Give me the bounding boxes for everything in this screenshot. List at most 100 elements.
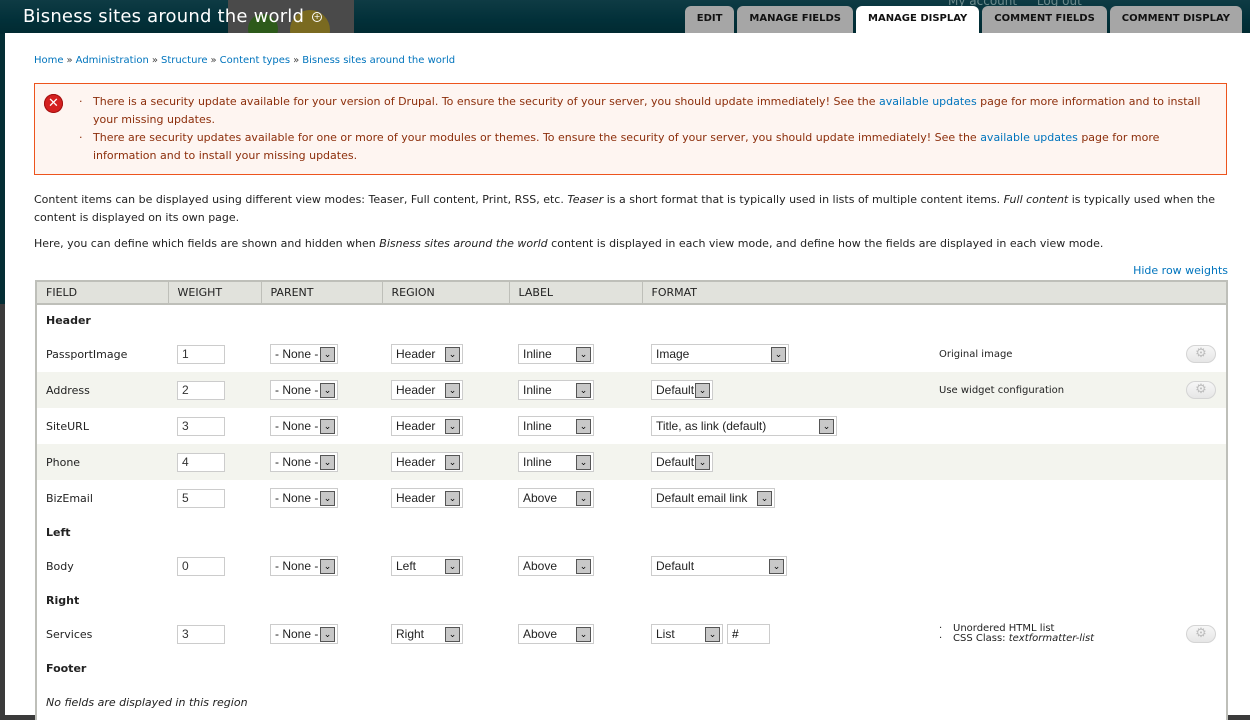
parent-select[interactable]: - None - ⌄ [270,452,338,472]
table-row[interactable]: Address - None -⌄ Header⌄ Inline⌄ Default⌄ Us… [37,372,1226,408]
format-setting-input[interactable] [727,624,770,644]
breadcrumb-structure[interactable]: Structure [161,55,208,66]
column-header-parent: Parent [261,282,383,305]
gear-icon[interactable]: ⚙ [1186,345,1216,363]
weight-input[interactable] [177,344,225,364]
available-updates-link[interactable]: available updates [879,95,977,108]
column-header-weight: Weight [168,282,262,305]
formatter-summary-cell [930,408,1176,444]
format-select[interactable]: Default email link ⌄ [651,488,775,508]
chevron-down-icon: ⌄ [705,626,720,642]
chevron-down-icon: ⌄ [771,346,786,362]
region-row-header: Header [37,304,1226,336]
chevron-down-icon: ⌄ [445,626,460,642]
formatter-summary: Original image [939,348,1013,360]
page-title: Bisness sites around the world + [23,6,323,27]
chevron-down-icon: ⌄ [576,418,591,434]
primary-tabs: Edit Manage fields Manage display Commen… [684,6,1242,33]
region-title: Right [46,593,80,607]
format-select[interactable]: Title, as link (default) ⌄ [651,416,837,436]
parent-select[interactable]: - None - ⌄ [270,380,338,400]
tab-manage-display[interactable]: Manage display [856,6,980,33]
chevron-down-icon: ⌄ [320,418,335,434]
chevron-down-icon: ⌄ [819,418,834,434]
weight-input[interactable] [177,556,225,576]
region-select[interactable]: Header ⌄ [391,488,463,508]
chevron-down-icon: ⌄ [320,346,335,362]
chevron-down-icon: ⌄ [576,454,591,470]
weight-input[interactable] [177,416,225,436]
formatter-summary-cell [930,480,1176,516]
chevron-down-icon: ⌄ [576,346,591,362]
column-header-label: Label [509,282,643,305]
parent-select[interactable]: - None - ⌄ [270,344,338,364]
field-name: Services [46,627,93,641]
label-select[interactable]: Inline ⌄ [518,452,594,472]
formatter-summary-cell: Use widget configuration [930,372,1176,408]
format-select[interactable]: Default ⌄ [651,556,787,576]
weight-input[interactable] [177,624,225,644]
add-shortcut-icon[interactable]: + [312,12,323,22]
region-select[interactable]: Left ⌄ [391,556,463,576]
table-row[interactable]: Body - None -⌄ Left⌄ Above⌄ Default⌄ [37,548,1226,584]
label-select[interactable]: Above ⌄ [518,556,594,576]
table-row[interactable]: BizEmail - None -⌄ Header⌄ Above⌄ Default em… [37,480,1226,516]
table-row[interactable]: Services - None -⌄ Right⌄ Above⌄ List⌄ Unorde… [37,616,1226,652]
format-select[interactable]: Default ⌄ [651,380,713,400]
chevron-down-icon: ⌄ [445,454,460,470]
region-select[interactable]: Right ⌄ [391,624,463,644]
formatter-summary-cell: Unordered HTML listCSS Class: textformat… [930,616,1176,652]
formatter-summary: Use widget configuration [939,384,1065,396]
help-paragraph: Content items can be displayed using dif… [34,193,1215,224]
label-select[interactable]: Above ⌄ [518,624,594,644]
label-select[interactable]: Inline ⌄ [518,380,594,400]
tab-manage-fields[interactable]: Manage fields [737,6,853,33]
field-name: SiteURL [46,419,89,433]
table-row[interactable]: PassportImage - None -⌄ Header⌄ Inline⌄ Imag… [37,336,1226,372]
parent-select[interactable]: - None - ⌄ [270,488,338,508]
label-select[interactable]: Inline ⌄ [518,416,594,436]
region-row-right: Right [37,584,1226,616]
parent-select[interactable]: - None - ⌄ [270,416,338,436]
format-select[interactable]: List ⌄ [651,624,723,644]
region-select[interactable]: Header ⌄ [391,452,463,472]
formatter-summary-cell: Original image [930,336,1176,372]
help-paragraph: Here, you can define which fields are sh… [34,237,1104,250]
breadcrumb-home[interactable]: Home [34,55,64,66]
breadcrumb-administration[interactable]: Administration [76,55,149,66]
hide-row-weights-link[interactable]: Hide row weights [1133,264,1228,277]
tab-edit[interactable]: Edit [684,6,735,33]
label-select[interactable]: Above ⌄ [518,488,594,508]
breadcrumb: Home» Administration» Structure» Content ty… [34,55,456,66]
parent-select[interactable]: - None - ⌄ [270,624,338,644]
formatter-summary-item: CSS Class: textformatter-list [939,634,1167,645]
weight-input[interactable] [177,380,225,400]
chevron-down-icon: ⌄ [576,558,591,574]
error-icon: ✕ [44,94,63,113]
region-select[interactable]: Header ⌄ [391,380,463,400]
breadcrumb-content-types[interactable]: Content types [220,55,291,66]
table-row[interactable]: Phone - None -⌄ Header⌄ Inline⌄ Default⌄ [37,444,1226,480]
gear-icon[interactable]: ⚙ [1186,625,1216,643]
label-select[interactable]: Inline ⌄ [518,344,594,364]
top-bar: Bisness sites around the world + My accou… [0,0,1250,34]
gear-icon[interactable]: ⚙ [1186,381,1216,399]
table-row[interactable]: SiteURL - None -⌄ Header⌄ Inline⌄ Title, as … [37,408,1226,444]
region-select[interactable]: Header ⌄ [391,416,463,436]
weight-input[interactable] [177,488,225,508]
breadcrumb-current[interactable]: Bisness sites around the world [302,55,455,66]
region-select[interactable]: Header ⌄ [391,344,463,364]
chevron-down-icon: ⌄ [695,454,710,470]
message-item: There are security updates available for… [79,129,1209,165]
tab-comment-display[interactable]: Comment display [1109,6,1242,33]
format-select[interactable]: Default ⌄ [651,452,713,472]
format-select[interactable]: Image ⌄ [651,344,789,364]
field-name: Body [46,559,74,573]
available-updates-link[interactable]: available updates [980,131,1078,144]
tab-comment-fields[interactable]: Comment fields [982,6,1107,33]
field-display-table: Field Weight Parent Region Label Format … [35,280,1228,720]
field-name: Phone [37,444,168,480]
chevron-down-icon: ⌄ [320,626,335,642]
weight-input[interactable] [177,452,225,472]
parent-select[interactable]: - None - ⌄ [270,556,338,576]
